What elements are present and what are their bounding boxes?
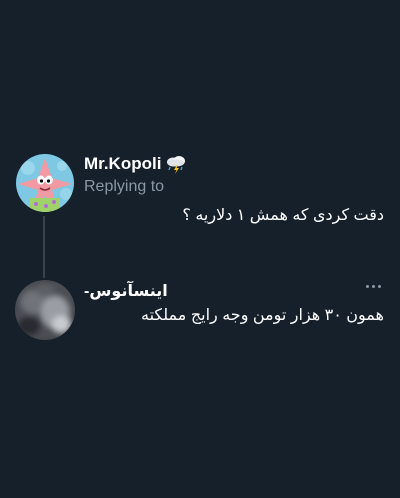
more-dots-icon[interactable] — [366, 282, 384, 290]
dot-icon — [378, 284, 381, 288]
reply-tweet-text: همون ۳۰ هزار تومن وجه رایج مملکته — [141, 307, 384, 324]
author-avatar[interactable] — [16, 154, 74, 212]
author-name[interactable]: Mr.Kopoli — [84, 154, 161, 174]
author-row: Mr.Kopoli — [84, 154, 187, 174]
dot-icon — [366, 284, 369, 288]
cloud-rain-lightning-icon — [165, 154, 187, 174]
replying-to-label: Replying to — [84, 178, 165, 195]
parent-tweet-text: دقت کردی که همش ۱ دلاریه ؟ — [182, 207, 384, 224]
thread-connector-line — [43, 216, 45, 278]
dot-icon — [372, 284, 375, 288]
reply-author-avatar[interactable] — [15, 280, 75, 340]
reply-author-name[interactable]: اینسآنوس- — [84, 281, 168, 301]
